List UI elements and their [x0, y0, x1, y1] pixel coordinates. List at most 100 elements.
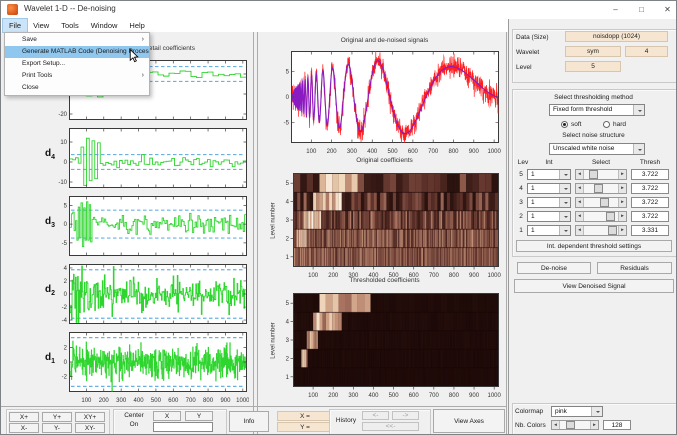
- zoom-button-yminus[interactable]: Y-: [42, 423, 72, 433]
- threshold-slider-level-5[interactable]: ◄ ►: [575, 169, 627, 180]
- threshold-table-header-int: Int: [545, 159, 553, 166]
- mouse-cursor: [129, 49, 139, 63]
- center-x-button[interactable]: X: [153, 411, 181, 421]
- signals-plot[interactable]: [263, 45, 508, 161]
- slider-left-arrow-icon[interactable]: ◄: [576, 226, 584, 235]
- menu-file[interactable]: File: [1, 18, 29, 33]
- slider-thumb[interactable]: [608, 226, 617, 235]
- threshold-method-select[interactable]: Fixed form threshold: [549, 104, 645, 116]
- slider-track[interactable]: [560, 421, 590, 429]
- heatmap-orig_coefs[interactable]: [263, 165, 508, 279]
- soft-radio[interactable]: [561, 121, 568, 128]
- threshold-row-level: 1: [519, 227, 523, 234]
- noise-structure-select[interactable]: Unscaled white noise: [549, 143, 645, 155]
- menu-tools[interactable]: Tools: [55, 19, 85, 32]
- zoom-button-xyminus[interactable]: XY-: [75, 423, 105, 433]
- threshold-slider-level-3[interactable]: ◄ ►: [575, 197, 627, 208]
- menu-help[interactable]: Help: [123, 19, 150, 32]
- menu-view[interactable]: View: [27, 19, 55, 32]
- history-back-button[interactable]: <-: [362, 411, 389, 420]
- maximize-button[interactable]: □: [629, 1, 654, 18]
- level-value[interactable]: 5: [565, 61, 621, 72]
- slider-thumb[interactable]: [606, 212, 615, 221]
- detail-plot-d2[interactable]: [49, 262, 249, 328]
- history-forward-button[interactable]: ->: [392, 411, 419, 420]
- detail-plot-d3[interactable]: [49, 194, 249, 260]
- int-select-level-3[interactable]: 1: [527, 197, 571, 208]
- zoom-button-yplus[interactable]: Y+: [42, 412, 72, 422]
- menu-item-close[interactable]: Close: [5, 82, 149, 94]
- nb-colors-value[interactable]: 128: [603, 420, 631, 430]
- detail-plot-d4[interactable]: [49, 126, 249, 192]
- heatmap-thresh_coefs[interactable]: [263, 285, 508, 399]
- threshold-slider-level-4[interactable]: ◄ ►: [575, 183, 627, 194]
- threshold-method-label: Select thresholding method: [554, 94, 633, 101]
- hard-radio[interactable]: [603, 121, 610, 128]
- slider-right-arrow-icon[interactable]: ►: [618, 226, 626, 235]
- threshold-value-level-5[interactable]: 3.722: [631, 169, 669, 180]
- wavelet-order-value[interactable]: 4: [625, 46, 668, 57]
- history-label: History: [335, 417, 357, 424]
- zoom-button-xminus[interactable]: X-: [9, 423, 39, 433]
- slider-right-arrow-icon[interactable]: ►: [618, 212, 626, 221]
- minimize-button[interactable]: –: [603, 1, 628, 18]
- hard-radio-label[interactable]: hard: [613, 121, 626, 128]
- menu-window[interactable]: Window: [85, 19, 124, 32]
- info-button[interactable]: Info: [229, 411, 269, 432]
- zoom-button-xplus[interactable]: X+: [9, 412, 39, 422]
- slider-right-arrow-icon[interactable]: ►: [590, 421, 598, 429]
- view-denoised-signal-button[interactable]: View Denoised Signal: [514, 279, 674, 293]
- app-icon: [7, 4, 18, 15]
- threshold-value-level-4[interactable]: 3.722: [631, 183, 669, 194]
- slider-track[interactable]: [584, 184, 618, 193]
- soft-radio-label[interactable]: soft: [571, 121, 581, 128]
- threshold-value-level-3[interactable]: 3.722: [631, 197, 669, 208]
- noise-structure-value: Unscaled white noise: [553, 145, 615, 152]
- slider-right-arrow-icon[interactable]: ►: [618, 184, 626, 193]
- menu-item-print-tools[interactable]: Print Tools ›: [5, 70, 149, 82]
- slider-left-arrow-icon[interactable]: ◄: [576, 184, 584, 193]
- nb-colors-slider[interactable]: ◄ ►: [551, 420, 599, 430]
- int-dependent-threshold-button[interactable]: Int. dependent threshold settings: [516, 240, 672, 252]
- slider-left-arrow-icon[interactable]: ◄: [576, 198, 584, 207]
- slider-track[interactable]: [584, 170, 618, 179]
- zoom-button-xyplus[interactable]: XY+: [75, 412, 105, 422]
- threshold-row-level: 4: [519, 185, 523, 192]
- view-axes-button[interactable]: View Axes: [433, 409, 505, 433]
- level-label: Level: [516, 64, 532, 71]
- slider-left-arrow-icon[interactable]: ◄: [552, 421, 560, 429]
- detail-plot-d1[interactable]: [49, 330, 249, 408]
- menu-item-save[interactable]: Save ›: [5, 34, 149, 46]
- slider-right-arrow-icon[interactable]: ►: [618, 170, 626, 179]
- center-y-button[interactable]: Y: [185, 411, 213, 421]
- history-rewind-button[interactable]: <<-: [362, 422, 419, 431]
- slider-track[interactable]: [584, 198, 618, 207]
- threshold-value-level-1[interactable]: 3.331: [631, 225, 669, 236]
- int-select-level-2[interactable]: 1: [527, 211, 571, 222]
- colormap-select[interactable]: pink: [551, 406, 603, 417]
- center-input[interactable]: [153, 422, 213, 432]
- wavelet-name-value[interactable]: sym: [565, 46, 621, 57]
- threshold-slider-level-2[interactable]: ◄ ►: [575, 211, 627, 222]
- nb-colors-label: Nb. Colors: [515, 422, 546, 429]
- slider-left-arrow-icon[interactable]: ◄: [576, 212, 584, 221]
- slider-thumb[interactable]: [589, 170, 598, 179]
- slider-track[interactable]: [584, 226, 618, 235]
- int-select-level-1[interactable]: 1: [527, 225, 571, 236]
- slider-thumb[interactable]: [594, 184, 603, 193]
- slider-track[interactable]: [584, 212, 618, 221]
- threshold-method-value: Fixed form threshold: [553, 106, 613, 113]
- int-select-level-4[interactable]: 1: [527, 183, 571, 194]
- slider-thumb[interactable]: [600, 198, 609, 207]
- threshold-slider-level-1[interactable]: ◄ ►: [575, 225, 627, 236]
- denoise-button[interactable]: De-noise: [517, 262, 591, 274]
- colormap-label: Colormap: [515, 408, 544, 415]
- close-window-button[interactable]: ✕: [655, 1, 676, 18]
- slider-thumb[interactable]: [566, 421, 575, 429]
- threshold-value-level-2[interactable]: 3.722: [631, 211, 669, 222]
- slider-right-arrow-icon[interactable]: ►: [618, 198, 626, 207]
- slider-left-arrow-icon[interactable]: ◄: [576, 170, 584, 179]
- residuals-button[interactable]: Residuals: [597, 262, 672, 274]
- int-select-value: 1: [531, 213, 535, 220]
- int-select-level-5[interactable]: 1: [527, 169, 571, 180]
